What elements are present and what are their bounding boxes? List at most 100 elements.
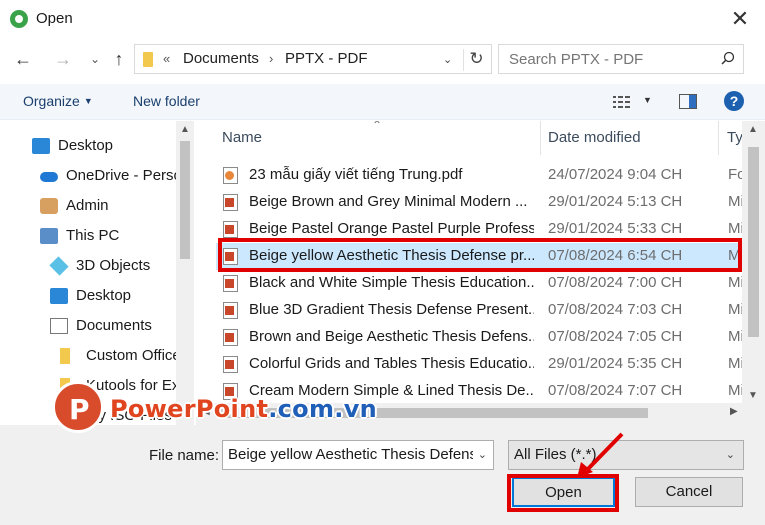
chevron-down-icon: ▼ bbox=[83, 96, 93, 106]
file-date: 07/08/2024 7:05 CH bbox=[548, 328, 683, 345]
search-input[interactable]: Search PPTX - PDF bbox=[498, 44, 744, 74]
column-header-type[interactable]: Ty bbox=[727, 129, 743, 146]
refresh-icon[interactable]: ↻ bbox=[463, 49, 489, 71]
annotation-arrow-icon bbox=[577, 432, 624, 478]
3d-objects-icon bbox=[49, 256, 69, 276]
logo-letter: P bbox=[69, 393, 90, 426]
pdf-icon bbox=[223, 167, 238, 184]
forward-arrow-icon[interactable]: → bbox=[50, 46, 76, 72]
file-date: 07/08/2024 7:07 CH bbox=[548, 382, 683, 399]
organize-button[interactable]: Organize ▼ bbox=[23, 93, 93, 109]
file-name-value: Beige yellow Aesthetic Thesis Defens bbox=[228, 446, 473, 463]
file-date: 29/01/2024 5:33 CH bbox=[548, 220, 683, 237]
window-title: Open bbox=[36, 10, 73, 27]
sidebar-item-label: This PC bbox=[66, 227, 120, 244]
scroll-up-icon[interactable]: ▲ bbox=[748, 124, 758, 135]
file-name-label: File name: bbox=[149, 447, 220, 464]
user-folder-icon bbox=[40, 198, 58, 214]
pptx-icon bbox=[223, 194, 238, 211]
sidebar-item-label: Admin bbox=[66, 197, 109, 214]
desktop-icon bbox=[32, 138, 50, 154]
watermark-text-main: PowerPoint bbox=[110, 395, 269, 423]
column-divider[interactable] bbox=[540, 121, 541, 155]
search-icon[interactable] bbox=[721, 51, 735, 65]
pptx-icon bbox=[223, 302, 238, 319]
preview-pane-icon[interactable] bbox=[679, 94, 697, 109]
sidebar-item-label: Custom Office bbox=[86, 347, 181, 364]
close-icon[interactable]: ✕ bbox=[725, 4, 755, 34]
folder-icon bbox=[60, 348, 70, 364]
file-row[interactable]: Blue 3D Gradient Thesis Defense Present.… bbox=[216, 297, 746, 324]
file-type-select[interactable]: All Files (*.*) ⌄ bbox=[508, 440, 744, 470]
column-header-name[interactable]: Name bbox=[222, 129, 262, 146]
app-logo-icon bbox=[10, 10, 28, 28]
command-toolbar: Organize ▼ New folder ▼ ? bbox=[0, 84, 765, 120]
address-dropdown-icon[interactable]: ⌄ bbox=[443, 53, 452, 66]
pptx-icon bbox=[223, 221, 238, 238]
file-row[interactable]: Black and White Simple Thesis Education.… bbox=[216, 270, 746, 297]
organize-label: Organize bbox=[23, 93, 80, 109]
sidebar-item-label: Documents bbox=[76, 317, 152, 334]
file-row[interactable]: Colorful Grids and Tables Thesis Educati… bbox=[216, 351, 746, 378]
column-divider[interactable] bbox=[718, 121, 719, 155]
help-button[interactable]: ? bbox=[724, 91, 744, 111]
up-arrow-icon[interactable]: ↑ bbox=[106, 46, 132, 72]
file-list-vertical-scrollbar[interactable]: ▲ ▼ bbox=[742, 121, 765, 403]
file-name-field[interactable]: Beige yellow Aesthetic Thesis Defens ⌄ bbox=[222, 440, 494, 470]
scroll-right-icon[interactable]: ▶ bbox=[730, 406, 738, 417]
scroll-up-icon[interactable]: ▲ bbox=[180, 124, 190, 135]
file-date: 07/08/2024 7:00 CH bbox=[548, 274, 683, 291]
navigation-pane: Desktop OneDrive - Perso Admin This PC 3… bbox=[0, 121, 195, 425]
file-name: Brown and Beige Aesthetic Thesis Defens.… bbox=[249, 328, 534, 345]
documents-icon bbox=[50, 318, 68, 334]
selection-annotation-box bbox=[218, 238, 742, 272]
watermark-text: PowerPoint.com.vn bbox=[110, 395, 377, 423]
sidebar-item-label: Desktop bbox=[58, 137, 114, 154]
desktop-icon bbox=[50, 288, 68, 304]
scroll-down-icon[interactable]: ▼ bbox=[748, 390, 758, 401]
file-name: Blue 3D Gradient Thesis Defense Present.… bbox=[249, 301, 534, 318]
title-bar: Open ✕ bbox=[0, 0, 765, 38]
breadcrumb-pptx-pdf[interactable]: PPTX - PDF bbox=[285, 50, 368, 67]
breadcrumb-documents[interactable]: Documents bbox=[183, 50, 259, 67]
chevron-down-icon: ⌄ bbox=[725, 449, 735, 461]
new-folder-button[interactable]: New folder bbox=[133, 93, 200, 109]
column-header-row: ⌃ Name Date modified Ty bbox=[196, 121, 765, 155]
back-arrow-icon[interactable]: ← bbox=[10, 46, 36, 72]
pptx-icon bbox=[223, 275, 238, 292]
scrollbar-thumb[interactable] bbox=[748, 147, 759, 337]
column-header-date-modified[interactable]: Date modified bbox=[548, 129, 641, 146]
pc-icon bbox=[40, 228, 58, 244]
address-row: ← → ⌄ ↑ « Documents › PPTX - PDF ⌄ ↻ Sea… bbox=[0, 40, 765, 80]
powerpoint-watermark-logo: P PowerPoint.com.vn bbox=[52, 381, 377, 437]
address-bar[interactable]: « Documents › PPTX - PDF ⌄ ↻ bbox=[134, 44, 492, 74]
file-date: 07/08/2024 7:03 CH bbox=[548, 301, 683, 318]
search-placeholder: Search PPTX - PDF bbox=[509, 51, 644, 68]
watermark-text-suffix: .com.vn bbox=[268, 395, 378, 423]
dialog-footer: File name: Beige yellow Aesthetic Thesis… bbox=[0, 425, 765, 525]
file-name: Colorful Grids and Tables Thesis Educati… bbox=[249, 355, 534, 372]
file-name: Beige Pastel Orange Pastel Purple Profes… bbox=[249, 220, 534, 237]
powerpoint-logo-icon: P bbox=[52, 381, 104, 433]
file-date: 24/07/2024 9:04 CH bbox=[548, 166, 683, 183]
cancel-button[interactable]: Cancel bbox=[635, 477, 743, 507]
breadcrumb-separator-icon[interactable]: › bbox=[269, 51, 273, 66]
file-date: 29/01/2024 5:13 CH bbox=[548, 193, 683, 210]
navigation-scrollbar[interactable]: ▲ bbox=[176, 121, 194, 425]
file-name: 23 mẫu giấy viết tiếng Trung.pdf bbox=[249, 166, 463, 183]
view-options-icon[interactable] bbox=[613, 95, 631, 109]
scrollbar-thumb[interactable] bbox=[180, 141, 190, 259]
pptx-icon bbox=[223, 356, 238, 373]
pptx-icon bbox=[223, 329, 238, 346]
recent-locations-chevron-icon[interactable]: ⌄ bbox=[82, 46, 108, 72]
overflow-chevron-icon[interactable]: « bbox=[163, 51, 170, 66]
file-row[interactable]: Beige Brown and Grey Minimal Modern ... … bbox=[216, 189, 746, 216]
file-row[interactable]: Brown and Beige Aesthetic Thesis Defens.… bbox=[216, 324, 746, 351]
file-date: 29/01/2024 5:35 CH bbox=[548, 355, 683, 372]
view-dropdown-chevron-icon[interactable]: ▼ bbox=[643, 95, 652, 105]
chevron-down-icon[interactable]: ⌄ bbox=[478, 448, 487, 461]
file-name: Black and White Simple Thesis Education.… bbox=[249, 274, 534, 291]
file-list: ⌃ Name Date modified Ty 23 mẫu giấy viết… bbox=[196, 121, 765, 425]
folder-icon bbox=[143, 52, 153, 67]
file-row[interactable]: 23 mẫu giấy viết tiếng Trung.pdf 24/07/2… bbox=[216, 162, 746, 189]
